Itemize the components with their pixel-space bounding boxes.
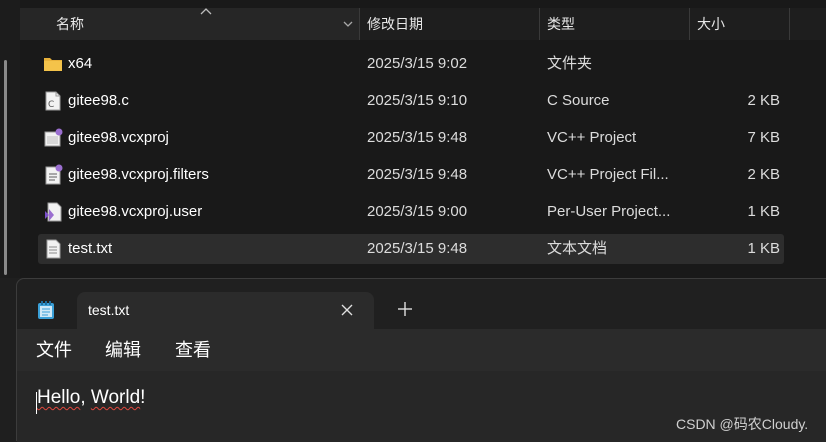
column-header-size-label: 大小 xyxy=(697,16,725,32)
column-header-name-label: 名称 xyxy=(56,16,84,32)
column-header-type[interactable]: 类型 xyxy=(540,8,690,40)
tab-title: test.txt xyxy=(88,302,130,318)
file-size: 1 KB xyxy=(747,240,780,257)
file-name: gitee98.vcxproj.user xyxy=(68,203,203,220)
file-name: gitee98.c xyxy=(68,92,129,109)
file-name: test.txt xyxy=(68,240,113,257)
svg-text:C: C xyxy=(48,100,54,110)
file-type: VC++ Project xyxy=(547,129,637,146)
plus-icon[interactable] xyxy=(397,301,413,317)
file-name: x64 xyxy=(68,55,93,72)
file-type: VC++ Project Fil... xyxy=(547,166,669,183)
folder-icon xyxy=(44,58,62,71)
file-date: 2025/3/15 9:48 xyxy=(367,129,468,146)
column-header-date[interactable]: 修改日期 xyxy=(360,8,540,40)
file-name: gitee98.vcxproj xyxy=(68,129,169,146)
c-source-file-icon: C xyxy=(45,91,61,111)
notepad-menu-bar: 文件 编辑 查看 xyxy=(17,329,826,371)
file-size: 2 KB xyxy=(747,92,780,109)
file-type: Per-User Project... xyxy=(547,203,671,220)
editor-text-segment: ! xyxy=(140,387,146,408)
column-header-date-label: 修改日期 xyxy=(367,16,423,32)
file-date: 2025/3/15 9:48 xyxy=(367,166,468,183)
file-explorer: 名称 修改日期 类型 大小 x64 2025/3/15 9:02 文件夹 C g… xyxy=(0,0,826,278)
notepad-app-icon xyxy=(38,301,54,319)
file-date: 2025/3/15 9:00 xyxy=(367,203,468,220)
file-size: 2 KB xyxy=(747,166,780,183)
menu-edit[interactable]: 编辑 xyxy=(103,329,143,371)
file-row-gitee98-vcxproj[interactable]: gitee98.vcxproj 2025/3/15 9:48 VC++ Proj… xyxy=(38,123,784,153)
file-type: 文本文档 xyxy=(547,240,608,257)
file-row-gitee98-c[interactable]: C gitee98.c 2025/3/15 9:10 C Source 2 KB xyxy=(38,86,784,116)
file-row-x64[interactable]: x64 2025/3/15 9:02 文件夹 xyxy=(38,49,784,79)
tab-test-txt[interactable]: test.txt xyxy=(77,292,374,330)
file-size: 1 KB xyxy=(747,203,780,220)
file-date: 2025/3/15 9:48 xyxy=(367,240,468,257)
spell-error-word: World xyxy=(90,387,141,408)
file-row-gitee98-vcxproj-filters[interactable]: gitee98.vcxproj.filters 2025/3/15 9:48 V… xyxy=(38,160,784,190)
file-size: 7 KB xyxy=(747,129,780,146)
file-name: gitee98.vcxproj.filters xyxy=(68,166,209,183)
file-type: 文件夹 xyxy=(547,55,593,72)
notepad-tab-bar: test.txt xyxy=(17,279,826,330)
file-type: C Source xyxy=(547,92,610,109)
editor-text-segment: , xyxy=(80,387,91,408)
navigation-scrollbar[interactable] xyxy=(4,60,7,275)
file-date: 2025/3/15 9:10 xyxy=(367,92,468,109)
file-row-test-txt[interactable]: test.txt 2025/3/15 9:48 文本文档 1 KB xyxy=(38,234,784,264)
column-header-size[interactable]: 大小 xyxy=(690,8,790,40)
sort-ascending-icon xyxy=(200,8,212,15)
menu-file[interactable]: 文件 xyxy=(34,329,74,371)
menu-view[interactable]: 查看 xyxy=(173,329,213,371)
column-header-type-label: 类型 xyxy=(547,16,575,32)
editor-content: Hello, World! xyxy=(37,387,145,409)
spell-error-word: Hello xyxy=(37,387,81,408)
text-caret xyxy=(36,392,37,414)
filters-file-icon xyxy=(45,164,63,185)
column-header-name[interactable]: 名称 xyxy=(20,8,360,40)
close-icon[interactable] xyxy=(338,301,356,319)
navigation-pane-edge xyxy=(0,0,20,278)
visual-studio-user-file-icon xyxy=(45,202,62,222)
text-file-icon xyxy=(46,239,61,259)
file-row-gitee98-vcxproj-user[interactable]: gitee98.vcxproj.user 2025/3/15 9:00 Per-… xyxy=(38,197,784,227)
column-header-bar: 名称 修改日期 类型 大小 xyxy=(20,8,826,40)
vcxproj-file-icon xyxy=(44,128,63,147)
file-date: 2025/3/15 9:02 xyxy=(367,55,468,72)
watermark: CSDN @码农Cloudy. xyxy=(676,416,809,432)
chevron-down-icon[interactable] xyxy=(342,18,354,30)
